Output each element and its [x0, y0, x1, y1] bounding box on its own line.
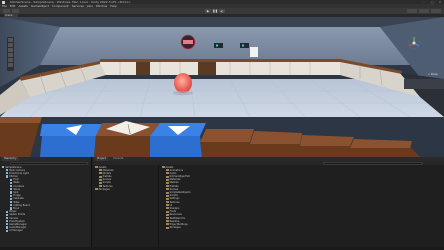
folder-icon — [166, 169, 169, 172]
folder-icon — [166, 172, 169, 175]
folder-icon — [166, 188, 169, 191]
hierarchy-tree: SampleScene Main Camera Directional Light K… — [0, 165, 91, 232]
hierarchy-item-label: UI Manager — [9, 229, 23, 233]
folder-icon — [162, 166, 165, 168]
gameobject-icon — [6, 229, 9, 232]
folder-icon — [166, 185, 169, 188]
rect-tool-icon[interactable] — [8, 58, 13, 62]
folder-icon — [166, 210, 169, 213]
transform-tool-icon[interactable] — [8, 63, 13, 67]
toolbar-right — [407, 9, 441, 13]
scene-render — [0, 17, 444, 157]
scene-view[interactable]: < Persp — [0, 17, 444, 157]
project-asset-label: Packages — [169, 226, 181, 230]
scene-tool-palette — [7, 37, 14, 71]
folder-icon — [99, 172, 102, 175]
perspective-label[interactable]: < Persp — [428, 73, 438, 76]
project-folder-item[interactable]: Packages — [93, 188, 158, 191]
folder-icon — [99, 185, 102, 188]
play-icon[interactable]: ▶ — [205, 9, 211, 13]
cloud-button[interactable] — [12, 9, 19, 13]
folder-icon — [166, 175, 169, 178]
rotate-tool-icon[interactable] — [8, 48, 13, 52]
folder-icon — [99, 169, 102, 172]
folder-icon — [95, 188, 98, 191]
hierarchy-search-row — [0, 161, 91, 165]
folder-icon — [95, 166, 98, 168]
project-asset-item[interactable]: Packages — [160, 226, 444, 229]
play-controls: ▶ ❚❚ ▸| — [205, 9, 225, 13]
hierarchy-panel: Hierarchy SampleScene Main Camera Directio… — [0, 157, 92, 250]
scale-tool-icon[interactable] — [8, 53, 13, 57]
folder-icon — [166, 220, 169, 223]
pause-icon[interactable]: ❚❚ — [212, 9, 218, 13]
hand-tool-icon[interactable] — [8, 38, 13, 42]
folder-icon — [166, 217, 169, 219]
folder-icon — [99, 181, 102, 184]
hierarchy-search-input[interactable] — [10, 161, 88, 165]
folder-icon — [166, 181, 169, 184]
project-panel: Project Console Assets Materials Models Pre… — [93, 157, 444, 250]
project-folder-tree: Assets Materials Models Prefabs Scenes Script… — [93, 165, 159, 250]
folder-icon — [166, 213, 169, 216]
folder-icon — [166, 194, 169, 197]
folder-icon — [166, 191, 169, 194]
layout-dropdown[interactable] — [431, 9, 441, 13]
folder-icon — [166, 197, 169, 200]
folder-icon — [166, 207, 169, 210]
project-asset-list: Assets Animations Audio KitchenObjectSO Mate… — [160, 165, 444, 250]
layers-dropdown[interactable] — [419, 9, 429, 13]
folder-icon — [166, 201, 169, 204]
folder-icon — [166, 204, 169, 207]
folder-icon — [166, 226, 169, 229]
folder-icon — [99, 178, 102, 181]
account-button[interactable] — [3, 9, 10, 13]
project-folder-label: Packages — [98, 187, 110, 191]
search-button[interactable] — [407, 9, 417, 13]
hierarchy-item[interactable]: UI Manager — [0, 229, 91, 232]
step-icon[interactable]: ▸| — [219, 9, 225, 13]
folder-icon — [99, 175, 102, 178]
folder-icon — [166, 178, 169, 181]
move-tool-icon[interactable] — [8, 43, 13, 47]
folder-icon — [166, 223, 169, 226]
